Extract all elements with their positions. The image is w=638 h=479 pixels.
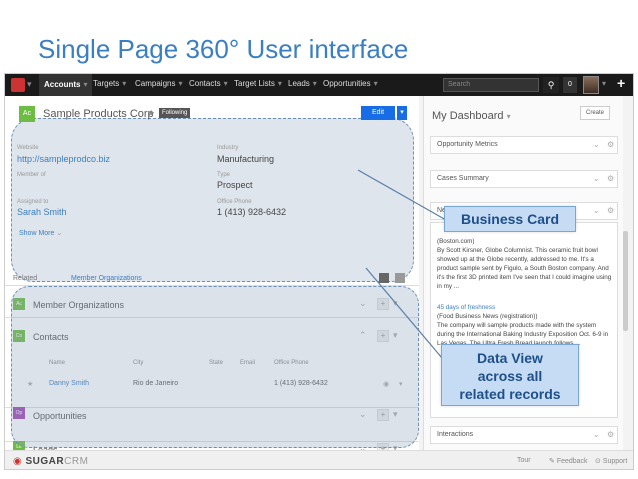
- dashlet-opportunity-metrics[interactable]: Opportunity Metrics ⌄ ⚙: [430, 136, 618, 154]
- data-view-highlight: [11, 286, 419, 448]
- top-navigation-bar: ▾ Accounts ▾ Targets ▾ Campaigns ▾ Contacts…: [5, 74, 633, 96]
- business-card-highlight: [11, 118, 414, 282]
- news-feed-scrollbar[interactable]: [623, 231, 628, 331]
- gear-icon[interactable]: ⚙: [607, 430, 614, 439]
- app-footer: ◉ SUGARCRM Tour ✎ Feedback ⊙ Support: [5, 450, 633, 469]
- industry-label: Industry: [217, 145, 239, 151]
- nav-item-contacts[interactable]: Contacts ▾: [189, 79, 228, 88]
- nav-item-targets[interactable]: Targets ▾: [93, 79, 126, 88]
- dashboard-title[interactable]: My Dashboard ▾: [432, 110, 511, 122]
- favorite-star-icon[interactable]: ★: [147, 108, 155, 119]
- record-header: Ac Sample Products Corp ★ Following Edit…: [13, 106, 411, 128]
- website-value[interactable]: http://sampleprodco.biz: [17, 154, 110, 164]
- nav-item-opportunities[interactable]: Opportunities ▾: [323, 79, 378, 88]
- following-badge[interactable]: Following: [159, 108, 191, 118]
- dashlet-title: Cases Summary: [437, 175, 489, 182]
- chevron-down-icon[interactable]: ⌄: [593, 140, 600, 149]
- dashlet-interactions[interactable]: Interactions ⌄ ⚙: [430, 426, 618, 444]
- assigned-to-label: Assigned to: [17, 199, 49, 205]
- chevron-down-icon[interactable]: ⌄: [593, 174, 600, 183]
- tour-link[interactable]: Tour: [517, 457, 531, 464]
- record-name: Sample Products Corp: [43, 108, 154, 120]
- sugar-cube-logo-icon[interactable]: [11, 78, 25, 92]
- list-view-icon[interactable]: [379, 273, 389, 283]
- type-label: Type: [217, 172, 231, 178]
- sugarcrm-logo: ◉ SUGARCRM: [13, 456, 89, 467]
- chevron-down-icon[interactable]: ▾: [602, 79, 606, 88]
- quick-create-plus-icon[interactable]: +: [617, 75, 625, 91]
- sugarcrm-app-window: ▾ Accounts ▾ Targets ▾ Campaigns ▾ Contacts…: [4, 73, 634, 470]
- global-search-input[interactable]: Search: [443, 78, 539, 92]
- chevron-down-icon[interactable]: ⌄: [593, 206, 600, 215]
- industry-value: Manufacturing: [217, 154, 275, 164]
- feedback-link[interactable]: ✎ Feedback: [549, 457, 588, 465]
- user-avatar[interactable]: [583, 76, 599, 94]
- assigned-to-value[interactable]: Sarah Smith: [17, 207, 67, 217]
- gear-icon[interactable]: ⚙: [607, 174, 614, 183]
- nav-item-leads[interactable]: Leads ▾: [288, 79, 317, 88]
- tab-member-organizations[interactable]: Member Organizations: [71, 275, 142, 282]
- slide-title: Single Page 360° User interface: [38, 34, 409, 64]
- record-view-pane: Ac Sample Products Corp ★ Following Edit…: [5, 96, 419, 455]
- create-dashboard-button[interactable]: Create: [580, 106, 610, 120]
- office-phone-value: 1 (413) 928-6432: [217, 207, 287, 217]
- dashlet-cases-summary[interactable]: Cases Summary ⌄ ⚙: [430, 170, 618, 188]
- news-item[interactable]: (Boston.com) By Scott Kirsner, Globe Col…: [437, 237, 613, 291]
- nav-item-campaigns[interactable]: Campaigns ▾: [135, 79, 182, 88]
- show-more-link[interactable]: Show More ⌄: [19, 229, 62, 237]
- chevron-down-icon[interactable]: ⌄: [593, 430, 600, 439]
- office-phone-label: Office Phone: [217, 199, 252, 205]
- dashlet-title: Opportunity Metrics: [437, 141, 498, 148]
- search-icon[interactable]: ⚲: [543, 77, 559, 93]
- activity-stream-icon[interactable]: [395, 273, 405, 283]
- type-value: Prospect: [217, 180, 253, 190]
- notifications-count[interactable]: 0: [563, 77, 577, 93]
- data-view-callout: Data View across all related records: [441, 344, 579, 406]
- related-tabs-row: Related Member Organizations: [5, 272, 419, 286]
- nav-item-accounts[interactable]: Accounts ▾: [39, 74, 93, 96]
- business-card-callout: Business Card: [444, 206, 576, 232]
- news-item[interactable]: 45 days of freshness (Food Business News…: [437, 303, 613, 348]
- member-of-label: Member of: [17, 172, 46, 178]
- tab-related[interactable]: Related: [13, 275, 37, 282]
- chevron-down-icon[interactable]: ▾: [27, 79, 32, 90]
- chevron-down-icon[interactable]: ▾: [397, 106, 407, 120]
- gear-icon[interactable]: ⚙: [607, 206, 614, 215]
- edit-button[interactable]: Edit: [361, 106, 395, 120]
- dashlet-title: Interactions: [437, 431, 474, 438]
- support-link[interactable]: ⊙ Support: [595, 457, 627, 465]
- website-label: Website: [17, 145, 39, 151]
- gear-icon[interactable]: ⚙: [607, 140, 614, 149]
- nav-item-target-lists[interactable]: Target Lists ▾: [234, 79, 282, 88]
- account-module-icon: Ac: [19, 106, 35, 122]
